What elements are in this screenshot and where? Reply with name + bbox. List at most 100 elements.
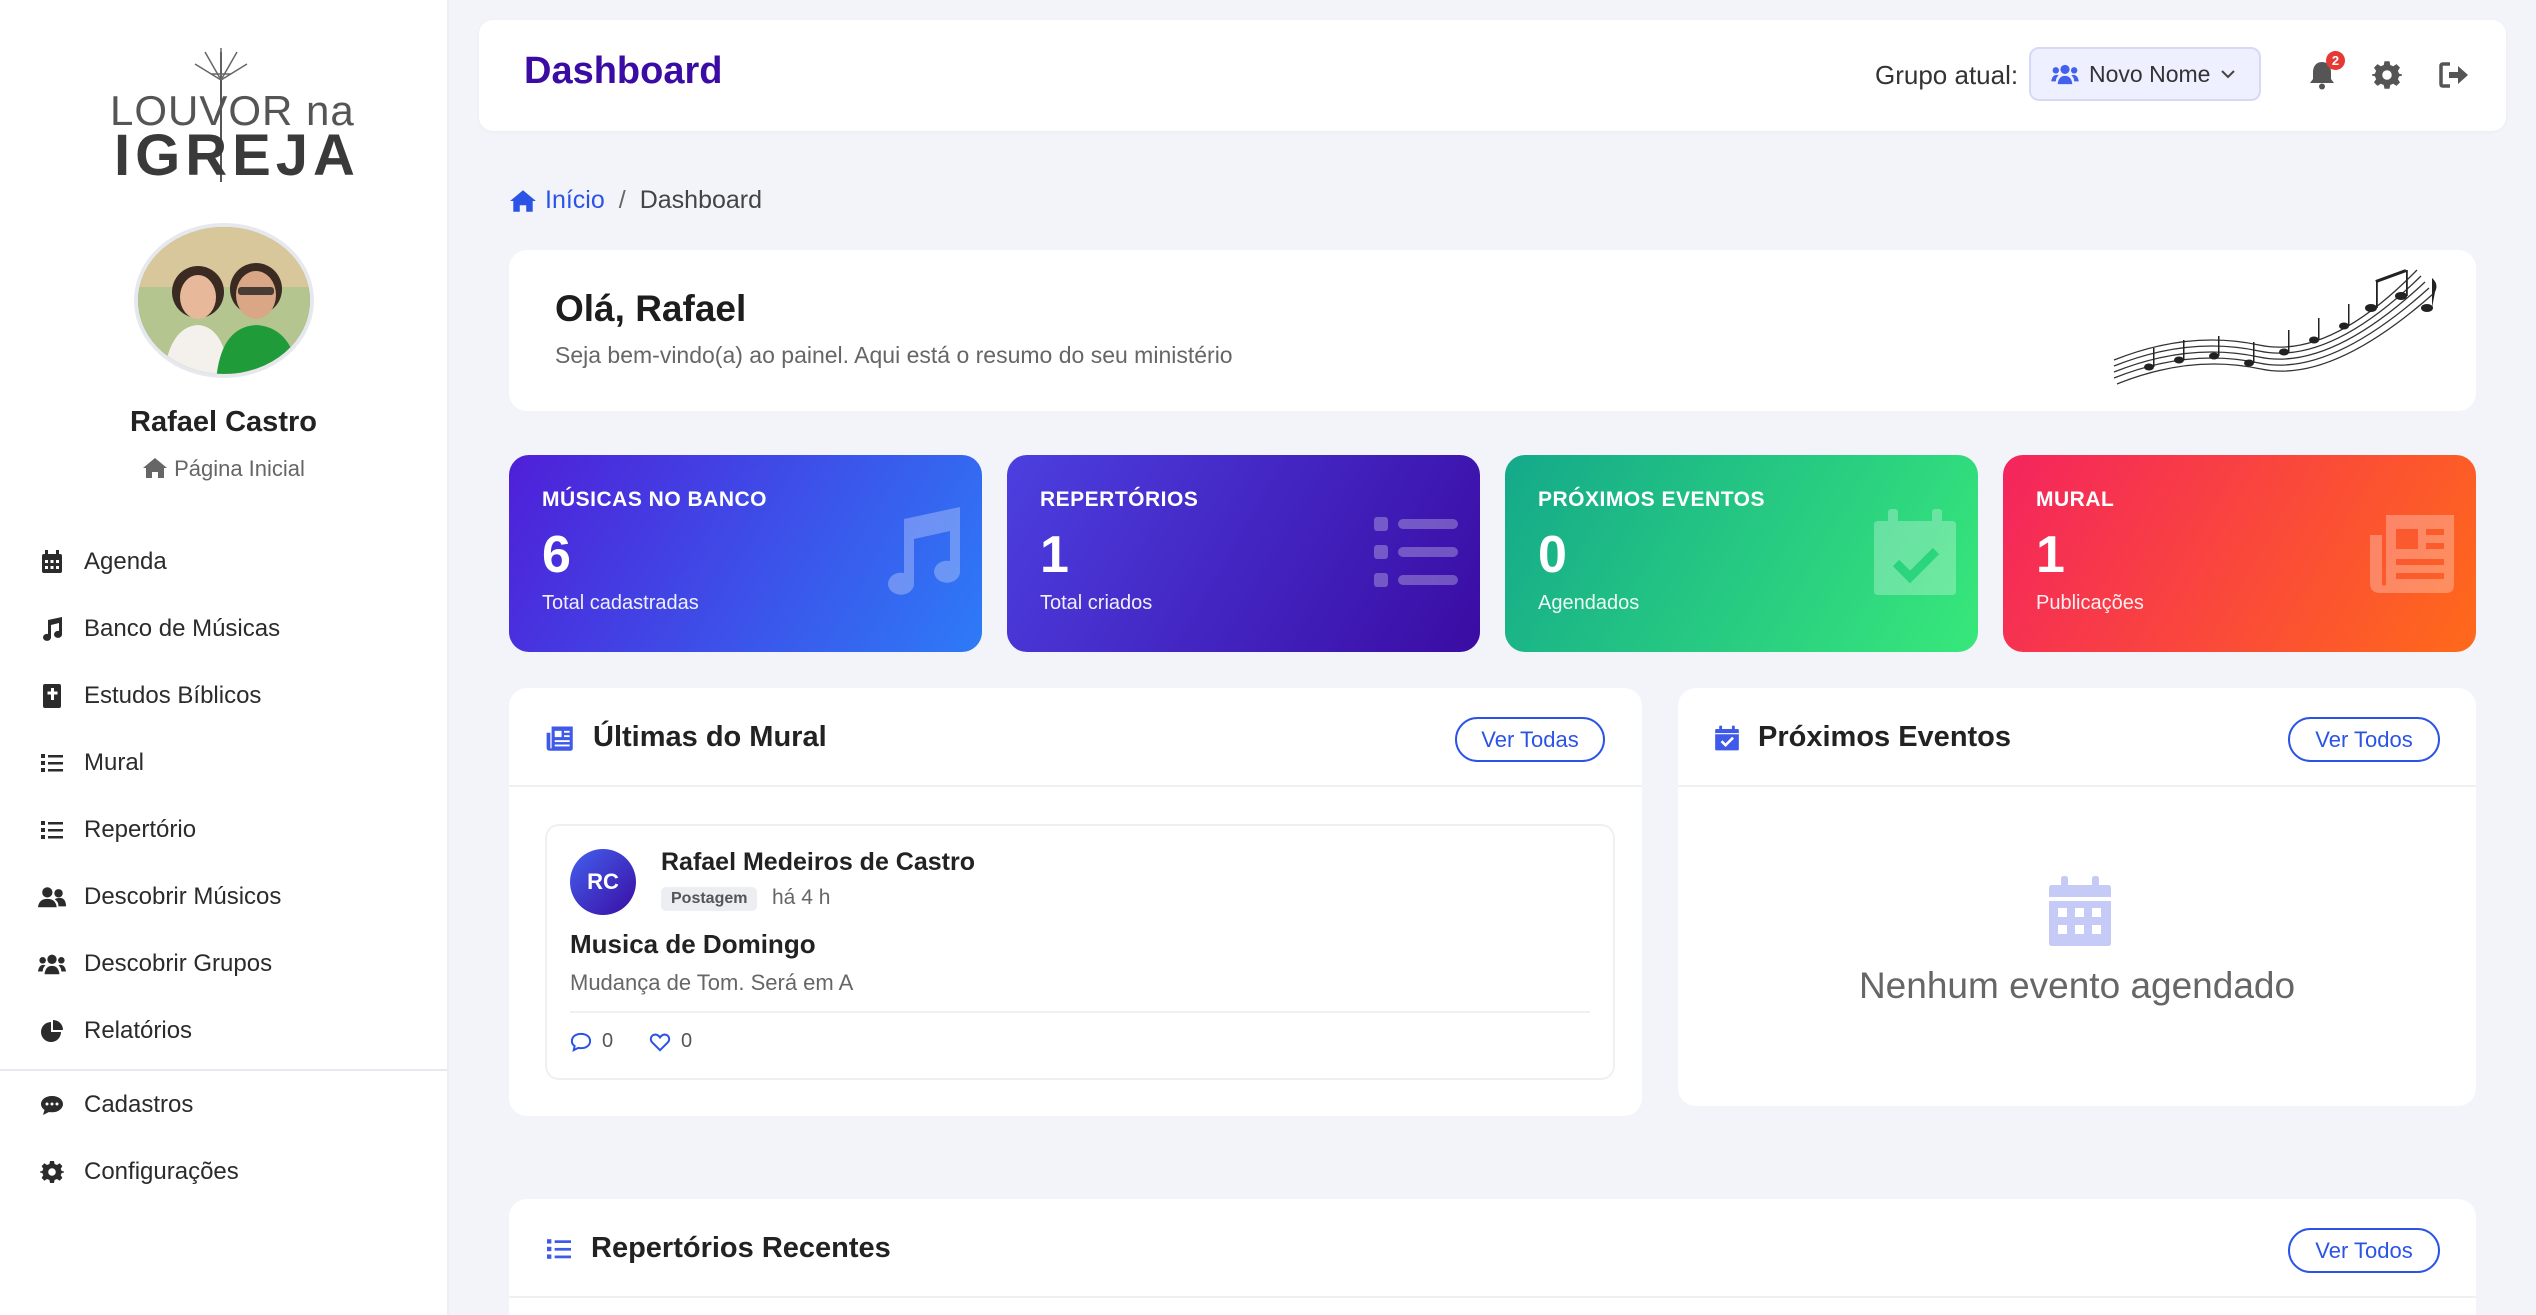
logout-icon	[2439, 62, 2468, 88]
breadcrumb-current: Dashboard	[639, 186, 763, 214]
stat-card-repertorios[interactable]: REPERTÓRIOS 1 Total criados	[1007, 455, 1480, 652]
sidebar-item-cadastros[interactable]: Cadastros	[0, 1075, 447, 1135]
home-link[interactable]: Página Inicial	[0, 456, 447, 482]
group-selector-value: Novo Nome	[2089, 60, 2211, 87]
sidebar-item-estudos-biblicos[interactable]: Estudos Bíblicos	[0, 666, 447, 726]
breadcrumb: Início / Dashboard	[509, 186, 762, 215]
settings-button[interactable]	[2367, 55, 2407, 95]
events-card-header: Próximos Eventos Ver Todos	[1678, 688, 2476, 787]
breadcrumb-home-link[interactable]: Início	[509, 186, 605, 215]
sidebar-item-descobrir-grupos[interactable]: Descobrir Grupos	[0, 934, 447, 994]
sidebar-item-label: Estudos Bíblicos	[84, 682, 262, 709]
welcome-card: Olá, Rafael Seja bem-vindo(a) ao painel.…	[509, 250, 2476, 411]
sidebar-item-agenda[interactable]: Agenda	[0, 532, 447, 592]
comment-icon	[38, 1091, 66, 1119]
breadcrumb-separator: /	[618, 186, 626, 214]
post-title: Musica de Domingo	[570, 929, 816, 959]
post-time: há 4 h	[772, 886, 831, 909]
stat-value: 1	[1040, 526, 1069, 584]
top-header: Dashboard Grupo atual: Novo Nome 2	[479, 20, 2506, 131]
sidebar-item-configuracoes[interactable]: Configurações	[0, 1142, 447, 1202]
breadcrumb-home-label: Início	[545, 186, 605, 214]
sidebar-item-descobrir-musicos[interactable]: Descobrir Músicos	[0, 867, 447, 927]
chevron-down-icon	[2221, 70, 2236, 79]
sidebar-item-mural[interactable]: Mural	[0, 733, 447, 793]
comments-button[interactable]: 0	[570, 1030, 613, 1053]
post-type-badge: Postagem	[661, 887, 758, 911]
heart-icon	[649, 1033, 671, 1052]
sidebar-item-relatorios[interactable]: Relatórios	[0, 1001, 447, 1061]
sidebar-item-banco-de-musicas[interactable]: Banco de Músicas	[0, 599, 447, 659]
group-selector[interactable]: Novo Nome	[2029, 47, 2261, 101]
home-link-label: Página Inicial	[174, 456, 305, 481]
users-icon	[38, 883, 66, 911]
logout-button[interactable]	[2434, 55, 2474, 95]
notifications-button[interactable]: 2	[2302, 51, 2345, 95]
post-author-avatar[interactable]: RC	[570, 849, 636, 915]
logo-line-2: IGREJA	[114, 123, 360, 188]
stat-sub: Total criados	[1040, 592, 1153, 614]
likes-count: 0	[681, 1030, 693, 1052]
sidebar-item-label: Relatórios	[84, 1017, 193, 1044]
sidebar-item-label: Repertório	[84, 816, 197, 843]
stat-card-proximos-eventos[interactable]: PRÓXIMOS EVENTOS 0 Agendados	[1505, 455, 1978, 652]
stat-sub: Publicações	[2036, 592, 2144, 614]
group-icon	[38, 950, 66, 978]
app-logo[interactable]: LOUVOR na IGREJA	[110, 42, 355, 188]
sidebar-item-label: Descobrir Músicos	[84, 883, 282, 910]
sidebar-item-label: Agenda	[84, 548, 167, 575]
post-author[interactable]: Rafael Medeiros de Castro	[661, 848, 975, 877]
stat-card-mural[interactable]: MURAL 1 Publicações	[2003, 455, 2476, 652]
stat-label: PRÓXIMOS EVENTOS	[1538, 488, 1765, 511]
newspaper-icon	[2370, 515, 2454, 593]
calendar-check-icon	[1715, 725, 1739, 750]
user-name: Rafael Castro	[130, 406, 317, 438]
stat-label: REPERTÓRIOS	[1040, 488, 1199, 511]
avatar[interactable]	[134, 223, 314, 378]
gear-icon	[38, 1158, 66, 1186]
sidebar-item-label: Cadastros	[84, 1091, 194, 1118]
page-title: Dashboard	[524, 50, 723, 92]
ver-todas-button[interactable]: Ver Todas	[1455, 717, 1605, 762]
welcome-subtitle: Seja bem-vindo(a) ao painel. Aqui está o…	[555, 342, 1233, 368]
sidebar-item-label: Configurações	[84, 1158, 239, 1185]
stat-card-musicas[interactable]: MÚSICAS NO BANCO 6 Total cadastradas	[509, 455, 982, 652]
calendar-icon	[38, 548, 66, 576]
calendar-check-icon	[1874, 509, 1956, 595]
like-button[interactable]: 0	[649, 1030, 692, 1053]
newspaper-icon	[546, 725, 573, 751]
gear-icon	[2372, 61, 2402, 89]
mural-post[interactable]: RC Rafael Medeiros de Castro Postagem há…	[545, 824, 1615, 1080]
repertorios-card-title: Repertórios Recentes	[545, 1232, 891, 1265]
notification-badge: 2	[2326, 51, 2345, 70]
sidebar-item-repertorio[interactable]: Repertório	[0, 800, 447, 860]
group-label: Grupo atual:	[1875, 60, 2019, 90]
home-icon	[143, 458, 168, 478]
sidebar-item-label: Banco de Músicas	[84, 615, 281, 642]
repertorios-card: Repertórios Recentes Ver Todos	[509, 1199, 2476, 1315]
repertorios-title-text: Repertórios Recentes	[591, 1232, 891, 1264]
events-title-text: Próximos Eventos	[1758, 721, 2012, 753]
stat-value: 0	[1538, 526, 1567, 584]
music-note-icon	[38, 615, 66, 643]
ver-todos-repertorios-button[interactable]: Ver Todos	[2288, 1228, 2440, 1273]
stat-sub: Agendados	[1538, 592, 1640, 614]
home-icon	[510, 189, 536, 212]
stat-sub: Total cadastradas	[542, 592, 699, 614]
bible-icon	[38, 682, 66, 710]
pie-chart-icon	[38, 1017, 66, 1045]
music-icon	[888, 507, 961, 595]
calendar-empty-icon	[2049, 876, 2111, 946]
comments-count: 0	[602, 1030, 614, 1052]
ver-todos-events-button[interactable]: Ver Todos	[2288, 717, 2440, 762]
group-icon	[2051, 64, 2079, 85]
sidebar-item-label: Mural	[84, 749, 145, 776]
list-icon	[547, 1238, 571, 1259]
sidebar: LOUVOR na IGREJA Rafael Castro Página In…	[0, 0, 449, 1315]
rays-icon	[194, 48, 248, 81]
mural-card-header: Últimas do Mural Ver Todas	[509, 688, 1642, 787]
profile-photo	[138, 227, 310, 374]
stat-value: 1	[2036, 526, 2065, 584]
mural-card-title: Últimas do Mural	[545, 721, 827, 754]
sidebar-item-label: Descobrir Grupos	[84, 950, 273, 977]
